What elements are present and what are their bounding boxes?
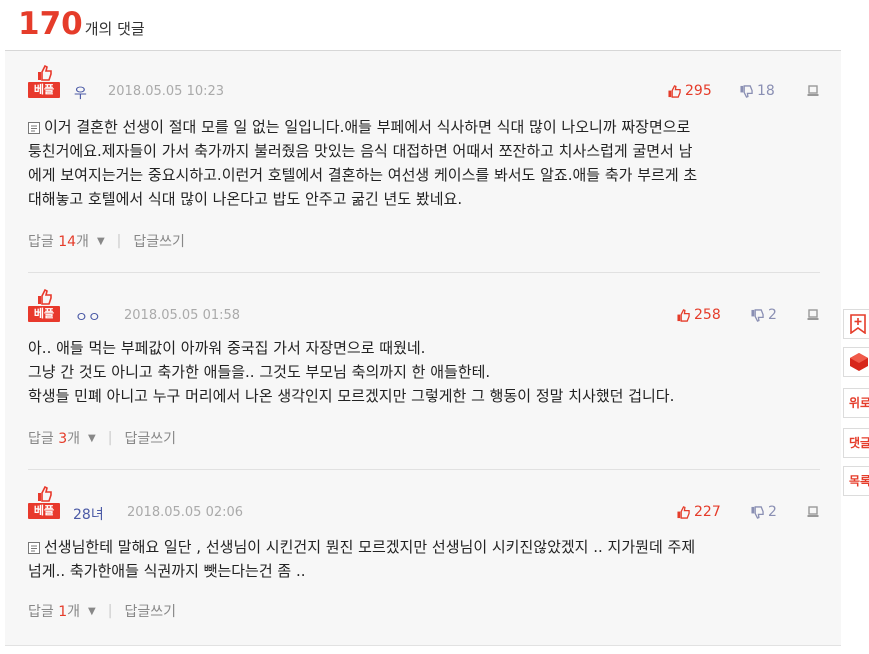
thumb-up-icon [38, 65, 52, 81]
write-reply-link[interactable]: 답글쓰기 [133, 231, 185, 251]
best-comment-badge: 베플 [28, 486, 60, 520]
dislike-button[interactable]: 2 [751, 307, 777, 323]
separator: | [107, 430, 113, 446]
comment-date: 2018.05.05 10:23 [108, 84, 225, 99]
comment-line: 이거 결혼한 선생이 절대 모를 일 없는 일입니다.애들 부페에서 식사하면 … [44, 118, 691, 136]
comment-author[interactable]: 28녀 [73, 504, 104, 524]
comment-date: 2018.05.05 01:58 [124, 308, 241, 323]
comment-line: 학생들 민폐 아니고 누구 머리에서 나온 생각인지 모르겠지만 그렇게한 그 … [28, 387, 675, 405]
write-reply-link[interactable]: 답글쓰기 [124, 428, 176, 448]
reply-row: 답글 1개 ▼ | 답글쓰기 [28, 601, 176, 621]
report-icon[interactable] [807, 309, 819, 321]
like-count: 295 [685, 83, 712, 99]
reply-unit: 개 [76, 234, 89, 250]
comment-item: 베플 28녀 2018.05.05 02:06 227 2 선생님한테 말해요 … [28, 486, 820, 626]
dislike-count: 18 [757, 83, 775, 99]
thumb-down-icon [751, 308, 764, 322]
reply-toggle[interactable]: 답글 14개 [28, 231, 89, 251]
best-badge-label: 베플 [28, 503, 60, 519]
comment-body: 아.. 애들 먹는 부페값이 아까워 중국집 가서 자장면으로 때웠네. 그냥 … [28, 336, 818, 408]
reply-count: 1 [58, 604, 68, 620]
reply-label: 답글 [28, 234, 54, 250]
comment-count-label: 개의 댓글 [84, 20, 145, 38]
report-icon[interactable] [807, 85, 819, 97]
dislike-count: 2 [768, 307, 777, 323]
thumb-down-icon [740, 84, 753, 98]
separator: | [107, 603, 113, 619]
like-count: 227 [694, 504, 721, 520]
best-comment-badge: 베플 [28, 289, 60, 323]
reply-label: 답글 [28, 604, 54, 620]
thumb-up-icon [38, 486, 52, 502]
dislike-button[interactable]: 18 [740, 83, 775, 99]
reply-row: 답글 14개 ▼ | 답글쓰기 [28, 231, 185, 251]
write-reply-link[interactable]: 답글쓰기 [124, 601, 176, 621]
reply-toggle[interactable]: 답글 1개 [28, 601, 80, 621]
thumb-up-icon [677, 505, 690, 519]
best-badge-label: 베플 [28, 82, 60, 98]
thumb-up-icon [38, 289, 52, 305]
comment-line: 그냥 간 것도 아니고 축가한 애들을.. 그것도 부모님 축의까지 한 애들한… [28, 363, 491, 381]
reply-unit: 개 [67, 604, 81, 620]
caret-down-icon[interactable]: ▼ [88, 433, 96, 444]
comments-header: 170 개의 댓글 [18, 6, 145, 46]
best-badge-label: 베플 [28, 306, 60, 322]
comment-item: 베플 우 2018.05.05 10:23 295 18 이거 결혼한 선생이 … [28, 65, 820, 255]
thumb-up-icon [677, 308, 690, 322]
comment-count: 170 [18, 6, 83, 42]
reply-row: 답글 3개 ▼ | 답글쓰기 [28, 428, 176, 448]
reply-count: 3 [58, 431, 68, 447]
comment-author[interactable]: ㅇㅇ [75, 307, 101, 327]
comments-shortcut-button[interactable]: 댓글 [843, 428, 869, 458]
share-button[interactable] [843, 347, 869, 377]
comment-author[interactable]: 우 [74, 83, 87, 103]
caret-down-icon[interactable]: ▼ [97, 236, 105, 247]
list-label: 목록 [849, 474, 869, 488]
list-button[interactable]: 목록 [843, 466, 869, 496]
comment-body: 선생님한테 말해요 일단 , 선생님이 시킨건지 뭔진 모르겠지만 선생님이 시… [28, 535, 818, 583]
thumb-down-icon [751, 505, 764, 519]
comment-line: 대해놓고 호텔에서 식대 많이 나온다고 밥도 안주고 굶긴 년도 봤네요. [28, 190, 463, 208]
bookmark-button[interactable] [843, 309, 869, 339]
dislike-button[interactable]: 2 [751, 504, 777, 520]
comments-shortcut-label: 댓글 [849, 436, 869, 450]
comment-line: 퉁친거에요.제자들이 가서 축가까지 불러줬음 맛있는 음식 대접하면 어때서 … [28, 142, 693, 160]
scroll-top-label: 위로 [849, 396, 869, 410]
separator: | [116, 233, 122, 249]
panel-bottom-border [5, 645, 841, 646]
reply-count: 14 [58, 234, 77, 250]
like-count: 258 [694, 307, 721, 323]
bookmark-plus-icon [850, 314, 866, 335]
thumb-up-icon [668, 84, 681, 98]
comment-divider [28, 469, 820, 470]
like-button[interactable]: 295 [668, 83, 712, 99]
comment-line: 아.. 애들 먹는 부페값이 아까워 중국집 가서 자장면으로 때웠네. [28, 339, 426, 357]
dislike-count: 2 [768, 504, 777, 520]
comment-body: 이거 결혼한 선생이 절대 모를 일 없는 일입니다.애들 부페에서 식사하면 … [28, 115, 818, 211]
comment-item: 베플 ㅇㅇ 2018.05.05 01:58 258 2 아.. 애들 먹는 부… [28, 289, 820, 449]
comment-line: 넘게.. 축가한애들 식권까지 뺏는다는건 좀 .. [28, 562, 306, 580]
scroll-top-button[interactable]: 위로 [843, 388, 869, 418]
reply-toggle[interactable]: 답글 3개 [28, 428, 80, 448]
reply-label: 답글 [28, 431, 54, 447]
document-icon [28, 542, 40, 554]
document-icon [28, 122, 40, 134]
report-icon[interactable] [807, 506, 819, 518]
best-comment-badge: 베플 [28, 65, 60, 99]
comment-line: 선생님한테 말해요 일단 , 선생님이 시킨건지 뭔진 모르겠지만 선생님이 시… [44, 538, 696, 556]
like-button[interactable]: 227 [677, 504, 721, 520]
like-button[interactable]: 258 [677, 307, 721, 323]
reply-unit: 개 [67, 431, 81, 447]
comment-line: 에게 보여지는거는 중요시하고.이런거 호텔에서 결혼하는 여선생 케이스를 봐… [28, 166, 698, 184]
cube-icon [850, 353, 868, 371]
caret-down-icon[interactable]: ▼ [88, 606, 96, 617]
comment-date: 2018.05.05 02:06 [127, 505, 244, 520]
comment-divider [28, 272, 820, 273]
